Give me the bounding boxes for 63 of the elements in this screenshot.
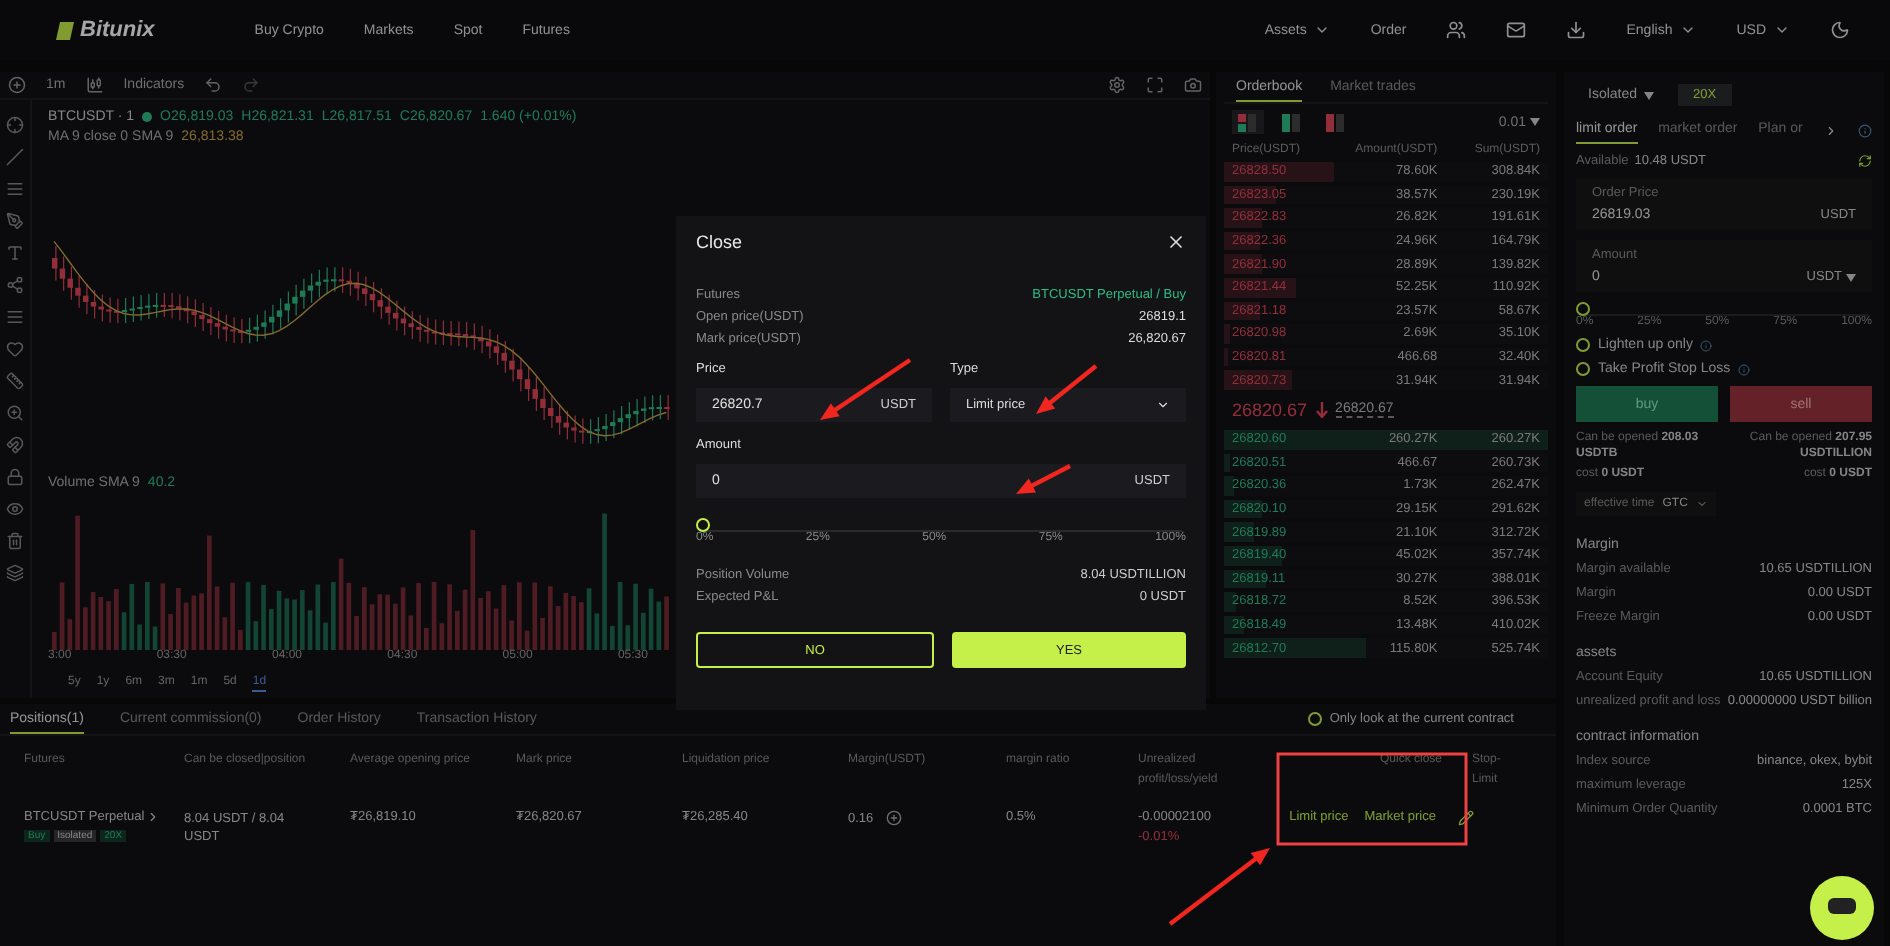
download-icon[interactable] <box>1566 20 1587 40</box>
transfer-icon[interactable] <box>1858 154 1872 168</box>
eye-icon[interactable] <box>6 500 24 518</box>
slider-handle[interactable] <box>1576 302 1590 316</box>
annotation-arrow <box>1168 848 1270 926</box>
mail-icon[interactable] <box>1506 20 1527 40</box>
close-icon[interactable] <box>1166 232 1186 252</box>
heart-icon[interactable] <box>6 340 24 358</box>
lines-icon[interactable] <box>6 180 24 198</box>
annotation-arrow <box>1036 364 1098 414</box>
users-icon[interactable] <box>1446 20 1467 40</box>
info-icon[interactable] <box>1738 363 1751 375</box>
edit-icon[interactable] <box>1458 810 1474 827</box>
zoom-in-icon[interactable] <box>6 404 24 422</box>
book-bids-icon <box>1282 113 1302 131</box>
add-circle-icon[interactable] <box>8 76 26 94</box>
book-asks-icon <box>1326 113 1346 131</box>
chat-icon <box>1828 898 1856 918</box>
book-both-icon <box>1238 113 1258 131</box>
option-checkbox[interactable] <box>1576 362 1590 376</box>
chevron-down-icon <box>1680 22 1697 38</box>
dialog-title: Close <box>696 232 743 252</box>
chevron-down-icon <box>1695 498 1708 511</box>
logo-text: Bitunix <box>80 18 155 42</box>
trash-icon[interactable] <box>6 532 24 550</box>
down-arrow-icon <box>1315 401 1328 418</box>
chevron-right-icon[interactable] <box>146 810 161 825</box>
caret-icon <box>1530 118 1540 126</box>
caret-icon <box>1846 273 1856 281</box>
lock-icon[interactable] <box>6 468 24 486</box>
undo-icon[interactable] <box>204 76 223 94</box>
candles-icon[interactable] <box>85 76 104 94</box>
fullscreen-icon[interactable] <box>1146 76 1164 94</box>
radio-button[interactable] <box>1307 712 1322 726</box>
lines-icon[interactable] <box>6 308 24 326</box>
ruler-icon[interactable] <box>6 372 24 390</box>
nodes-icon[interactable] <box>6 276 24 294</box>
chevron-down-icon <box>1156 398 1170 412</box>
info-icon[interactable] <box>1700 339 1713 351</box>
magnet-icon[interactable] <box>6 436 24 454</box>
annotation-arrow <box>820 358 912 420</box>
logo[interactable]: Bitunix <box>56 18 155 42</box>
chevron-down-icon <box>1774 22 1790 38</box>
status-dot-icon <box>142 112 153 123</box>
add-circle-icon[interactable] <box>885 810 902 827</box>
last-price: 26820.67 <box>1232 399 1308 420</box>
slider-handle[interactable] <box>696 518 710 532</box>
camera-icon[interactable] <box>1184 76 1202 94</box>
line-tool-icon[interactable] <box>6 148 24 166</box>
crosshair-icon[interactable] <box>6 116 24 134</box>
pen-icon[interactable] <box>6 212 24 230</box>
logo-icon <box>56 21 74 39</box>
chevron-right-icon[interactable] <box>1823 123 1838 137</box>
info-icon[interactable] <box>1857 123 1872 137</box>
option-checkbox[interactable] <box>1576 338 1590 352</box>
layers-icon[interactable] <box>6 564 24 582</box>
settings-icon[interactable] <box>1108 76 1126 94</box>
book-view-button[interactable] <box>1232 110 1264 134</box>
moon-icon[interactable] <box>1830 20 1850 40</box>
text-icon[interactable] <box>6 244 24 262</box>
caret-icon <box>1643 91 1654 99</box>
chevron-down-icon <box>1314 22 1331 38</box>
annotation-arrow <box>1016 464 1071 494</box>
